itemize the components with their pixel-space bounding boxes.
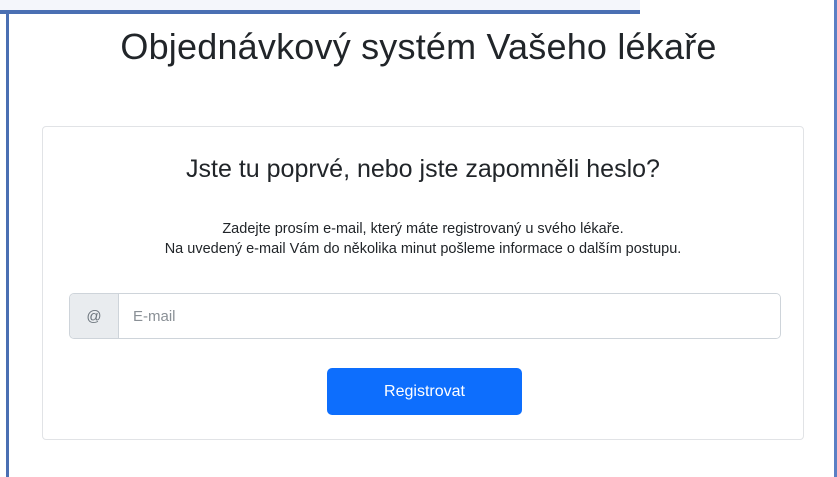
register-button[interactable]: Registrovat [327, 368, 522, 415]
window-frame-left [6, 12, 9, 477]
instructions-line-2: Na uvedený e-mail Vám do několika minut … [164, 241, 682, 257]
window-frame-top-inner [0, 0, 640, 10]
card-title: Jste tu poprvé, nebo jste zapomněli hesl… [186, 155, 660, 183]
registration-card: Jste tu poprvé, nebo jste zapomněli hesl… [42, 126, 804, 440]
page-title: Objednávkový systém Vašeho lékaře [120, 26, 717, 67]
card-instructions: Zadejte prosím e-mail, který máte regist… [43, 219, 803, 259]
instructions-line-1: Zadejte prosím e-mail, který máte regist… [222, 221, 624, 237]
window-frame-top [0, 0, 640, 14]
at-sign-icon: @ [70, 294, 119, 338]
page: Objednávkový systém Vašeho lékaře Jste t… [0, 0, 837, 477]
email-input-group: @ [69, 293, 781, 339]
email-field[interactable] [119, 294, 780, 338]
